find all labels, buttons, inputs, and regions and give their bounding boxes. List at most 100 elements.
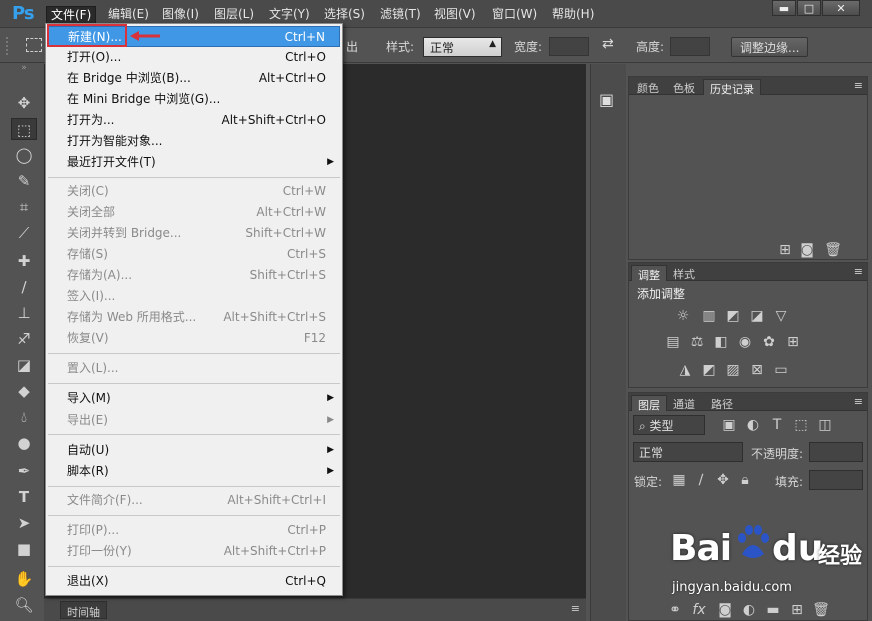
pen-tool-icon[interactable]: ✒ [11, 460, 37, 482]
group-icon[interactable]: ▬ [763, 601, 783, 619]
tab-history[interactable]: 历史记录 [703, 79, 761, 96]
type-tool-icon[interactable]: T [11, 486, 37, 508]
channel-mixer-icon[interactable]: ✿ [759, 333, 779, 351]
filter-smart-icon[interactable]: ◫ [815, 416, 835, 434]
path-select-tool-icon[interactable]: ➤ [11, 512, 37, 534]
menu-help[interactable]: 帮助(H) [548, 6, 598, 24]
menu-file[interactable]: 文件(F) [46, 6, 97, 24]
opacity-input[interactable] [809, 442, 863, 462]
zoom-tool-icon[interactable]: 🔍︎ [11, 594, 37, 616]
tab-adjustments[interactable]: 调整 [631, 265, 667, 282]
new-layer-icon[interactable]: ⊞ [787, 601, 807, 619]
posterize-icon[interactable]: ◩ [699, 361, 719, 379]
eraser-tool-icon[interactable]: ◪ [11, 354, 37, 376]
crop-tool-icon[interactable]: ⌗ [11, 196, 37, 218]
camera-icon[interactable]: ◙ [797, 241, 817, 259]
menu-window[interactable]: 窗口(W) [488, 6, 541, 24]
menu-view[interactable]: 视图(V) [430, 6, 480, 24]
filter-pixel-icon[interactable]: ▣ [719, 416, 739, 434]
move-tool-icon[interactable]: ✥ [11, 92, 37, 114]
photo-filter-icon[interactable]: ◉ [735, 333, 755, 351]
menu-recent-files[interactable]: 最近打开文件(T) ▶ [48, 152, 340, 173]
swap-icon[interactable]: ⇄ [602, 36, 614, 52]
menu-scripts[interactable]: 脚本(R) ▶ [48, 461, 340, 482]
marquee-preset-icon[interactable] [26, 38, 42, 52]
maximize-button[interactable]: □ [797, 0, 821, 16]
paint-bucket-tool-icon[interactable]: ◆ [11, 380, 37, 402]
tab-swatches[interactable]: 色板 [667, 79, 701, 95]
gradient-map-icon[interactable]: ▭ [771, 361, 791, 379]
collapse-icon[interactable]: » [11, 63, 37, 73]
menu-edit[interactable]: 编辑(E) [104, 6, 153, 24]
link-icon[interactable]: ⚭ [665, 601, 685, 619]
exposure-icon[interactable]: ◪ [747, 307, 767, 325]
tab-styles[interactable]: 样式 [667, 265, 701, 281]
selective-color-icon[interactable]: ⊠ [747, 361, 767, 379]
panel-menu-icon[interactable]: ≡ [571, 602, 580, 615]
levels-icon[interactable]: ▥ [699, 307, 719, 325]
menu-type[interactable]: 文字(Y) [265, 6, 314, 24]
rectangle-tool-icon[interactable]: ■ [11, 538, 37, 560]
style-select[interactable]: 正常 ▲ [423, 37, 502, 57]
menu-layer[interactable]: 图层(L) [210, 6, 258, 24]
menu-open-smart-object[interactable]: 打开为智能对象... [48, 131, 340, 152]
height-input[interactable] [670, 37, 710, 56]
history-panel-icon[interactable]: ▣ [599, 90, 614, 109]
hand-tool-icon[interactable]: ✋ [11, 568, 37, 590]
new-doc-from-state-icon[interactable]: ⊞ [775, 241, 795, 259]
tab-paths[interactable]: 路径 [705, 395, 739, 411]
close-button[interactable]: ✕ [822, 0, 860, 16]
menu-import[interactable]: 导入(M) ▶ [48, 388, 340, 409]
filter-adjust-icon[interactable]: ◐ [743, 416, 763, 434]
threshold-icon[interactable]: ▨ [723, 361, 743, 379]
trash-icon[interactable]: 🗑︎ [823, 241, 843, 259]
refine-edge-button[interactable]: 调整边缘... [731, 37, 809, 57]
dodge-tool-icon[interactable]: ● [11, 432, 37, 454]
tab-color[interactable]: 颜色 [631, 79, 665, 95]
invert-icon[interactable]: ◮ [675, 361, 695, 379]
menu-browse-bridge[interactable]: 在 Bridge 中浏览(B)... Alt+Ctrl+O [48, 68, 340, 89]
clone-stamp-tool-icon[interactable]: ⊥ [11, 302, 37, 324]
mask-icon[interactable]: ◙ [715, 601, 735, 619]
fx-icon[interactable]: fx [689, 601, 709, 619]
curves-icon[interactable]: ◩ [723, 307, 743, 325]
lock-position-icon[interactable]: ✥ [713, 471, 733, 489]
lock-all-icon[interactable]: 🔒︎ [735, 471, 755, 489]
lasso-tool-icon[interactable]: ◯ [11, 144, 37, 166]
tab-channels[interactable]: 通道 [667, 395, 701, 411]
layer-filter-select[interactable]: ⌕ 类型 [633, 415, 705, 435]
menu-image[interactable]: 图像(I) [158, 6, 203, 24]
panel-menu-icon[interactable]: ≡ [854, 265, 863, 278]
minimize-button[interactable]: ▬ [772, 0, 796, 16]
color-balance-icon[interactable]: ⚖ [687, 333, 707, 351]
rect-marquee-tool-icon[interactable]: ⬚ [11, 118, 37, 140]
filter-type-icon[interactable]: T [767, 416, 787, 434]
menu-open-as[interactable]: 打开为... Alt+Shift+Ctrl+O [48, 110, 340, 131]
hue-sat-icon[interactable]: ▤ [663, 333, 683, 351]
eyedropper-tool-icon[interactable]: ⟋ [11, 222, 37, 244]
fill-input[interactable] [809, 470, 863, 490]
tab-layers[interactable]: 图层 [631, 395, 667, 412]
history-brush-tool-icon[interactable]: ♐ [11, 328, 37, 350]
timeline-tab[interactable]: 时间轴 [60, 601, 107, 619]
adjustment-layer-icon[interactable]: ◐ [739, 601, 759, 619]
menu-automate[interactable]: 自动(U) ▶ [48, 440, 340, 461]
bw-icon[interactable]: ◧ [711, 333, 731, 351]
trash-icon[interactable]: 🗑︎ [811, 601, 831, 619]
lock-pixels-icon[interactable]: ∕ [691, 471, 711, 489]
blend-mode-select[interactable]: 正常 [633, 442, 743, 462]
menu-open[interactable]: 打开(O)... Ctrl+O [48, 47, 340, 68]
brush-tool-icon[interactable]: ∕ [11, 276, 37, 298]
menu-filter[interactable]: 滤镜(T) [376, 6, 425, 24]
menu-select[interactable]: 选择(S) [320, 6, 369, 24]
color-lookup-icon[interactable]: ⊞ [783, 333, 803, 351]
menu-exit[interactable]: 退出(X) Ctrl+Q [48, 571, 340, 592]
brightness-icon[interactable]: ☼ [673, 307, 693, 325]
panel-menu-icon[interactable]: ≡ [854, 395, 863, 408]
menu-browse-mini-bridge[interactable]: 在 Mini Bridge 中浏览(G)... [48, 89, 340, 110]
panel-menu-icon[interactable]: ≡ [854, 79, 863, 92]
healing-brush-tool-icon[interactable]: ✚ [11, 250, 37, 272]
options-grip[interactable] [6, 37, 10, 55]
quick-select-tool-icon[interactable]: ✎ [11, 170, 37, 192]
lock-transparent-icon[interactable]: ▦ [669, 471, 689, 489]
